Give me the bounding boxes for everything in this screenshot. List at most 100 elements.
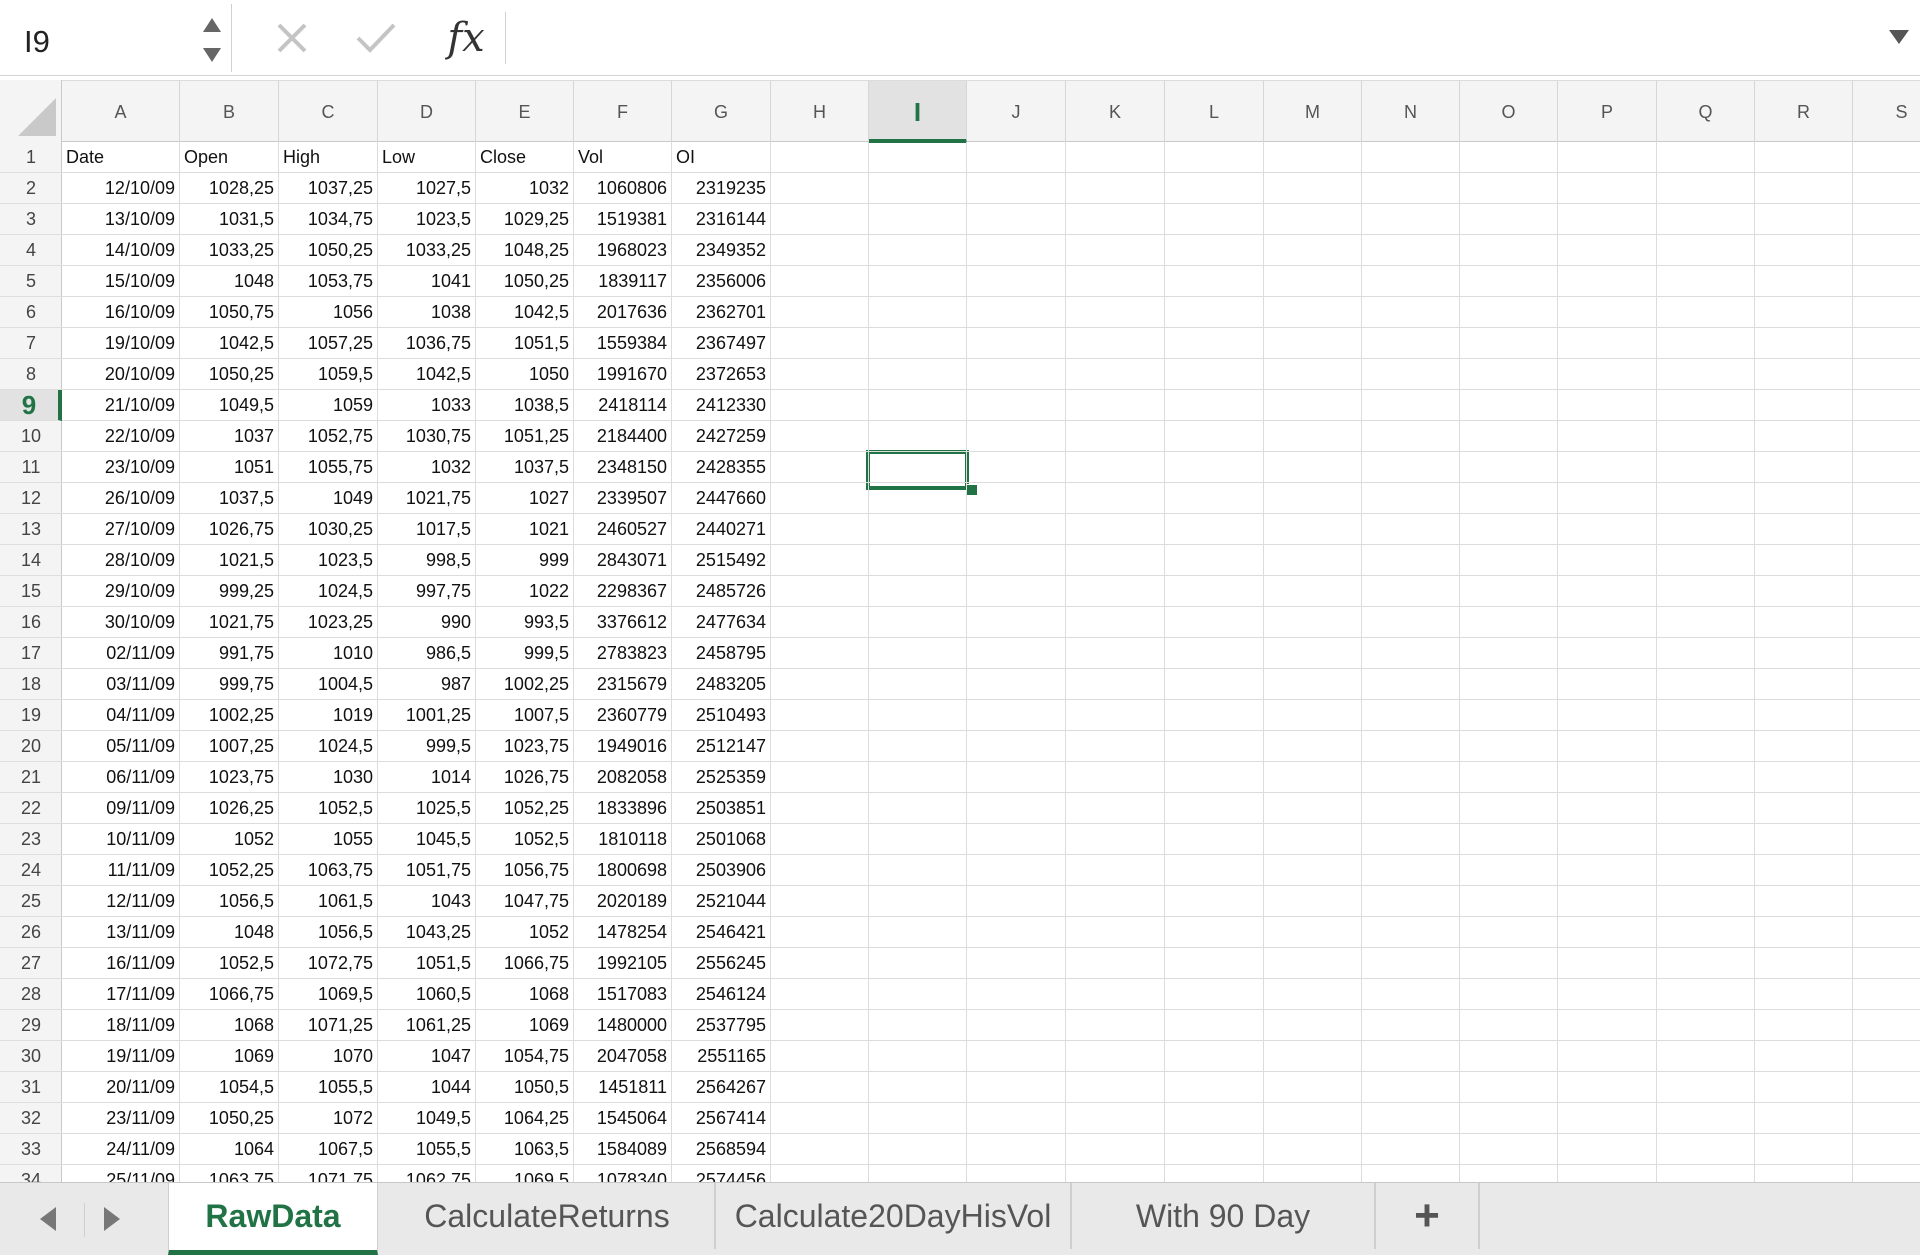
- cell-g2[interactable]: 2319235: [672, 173, 770, 204]
- cell-c19[interactable]: 1019: [279, 700, 377, 731]
- cell-d7[interactable]: 1036,75: [378, 328, 475, 359]
- cell-a23[interactable]: 10/11/09: [62, 824, 179, 855]
- cell-b29[interactable]: 1068: [180, 1010, 278, 1041]
- cell-g17[interactable]: 2458795: [672, 638, 770, 669]
- cell-g19[interactable]: 2510493: [672, 700, 770, 731]
- cell-f3[interactable]: 1519381: [574, 204, 671, 235]
- fill-handle[interactable]: [966, 484, 978, 496]
- cell-c33[interactable]: 1067,5: [279, 1134, 377, 1165]
- cell-b5[interactable]: 1048: [180, 266, 278, 297]
- cell-c32[interactable]: 1072: [279, 1103, 377, 1134]
- row-header-33[interactable]: 33: [0, 1134, 62, 1165]
- cell-e21[interactable]: 1026,75: [476, 762, 573, 793]
- cell-f9[interactable]: 2418114: [574, 390, 671, 421]
- cell-e19[interactable]: 1007,5: [476, 700, 573, 731]
- cell-b22[interactable]: 1026,25: [180, 793, 278, 824]
- cell-g26[interactable]: 2546421: [672, 917, 770, 948]
- cell-a9[interactable]: 21/10/09: [62, 390, 179, 421]
- cell-a31[interactable]: 20/11/09: [62, 1072, 179, 1103]
- cell-b20[interactable]: 1007,25: [180, 731, 278, 762]
- cell-e18[interactable]: 1002,25: [476, 669, 573, 700]
- cell-d22[interactable]: 1025,5: [378, 793, 475, 824]
- cell-e14[interactable]: 999: [476, 545, 573, 576]
- cell-d20[interactable]: 999,5: [378, 731, 475, 762]
- cell-e2[interactable]: 1032: [476, 173, 573, 204]
- column-header-i[interactable]: I: [869, 81, 967, 143]
- cell-b13[interactable]: 1026,75: [180, 514, 278, 545]
- column-header-n[interactable]: N: [1362, 81, 1460, 143]
- cell-f25[interactable]: 2020189: [574, 886, 671, 917]
- cell-f33[interactable]: 1584089: [574, 1134, 671, 1165]
- column-header-e[interactable]: E: [476, 81, 574, 143]
- cell-a1[interactable]: Date: [62, 142, 179, 173]
- row-header-12[interactable]: 12: [0, 483, 62, 514]
- cell-b1[interactable]: Open: [180, 142, 278, 173]
- row-header-19[interactable]: 19: [0, 700, 62, 731]
- cell-g5[interactable]: 2356006: [672, 266, 770, 297]
- cell-b14[interactable]: 1021,5: [180, 545, 278, 576]
- cell-c21[interactable]: 1030: [279, 762, 377, 793]
- column-header-g[interactable]: G: [672, 81, 771, 143]
- cell-c12[interactable]: 1049: [279, 483, 377, 514]
- cell-b19[interactable]: 1002,25: [180, 700, 278, 731]
- row-header-3[interactable]: 3: [0, 204, 62, 235]
- cell-a11[interactable]: 23/10/09: [62, 452, 179, 483]
- cell-g15[interactable]: 2485726: [672, 576, 770, 607]
- cell-d19[interactable]: 1001,25: [378, 700, 475, 731]
- cell-a4[interactable]: 14/10/09: [62, 235, 179, 266]
- cell-g13[interactable]: 2440271: [672, 514, 770, 545]
- cell-g7[interactable]: 2367497: [672, 328, 770, 359]
- cell-b23[interactable]: 1052: [180, 824, 278, 855]
- cell-f12[interactable]: 2339507: [574, 483, 671, 514]
- cell-e3[interactable]: 1029,25: [476, 204, 573, 235]
- column-header-s[interactable]: S: [1853, 81, 1920, 143]
- cell-d32[interactable]: 1049,5: [378, 1103, 475, 1134]
- row-header-8[interactable]: 8: [0, 359, 62, 390]
- column-header-r[interactable]: R: [1755, 81, 1853, 143]
- cell-f17[interactable]: 2783823: [574, 638, 671, 669]
- cell-b9[interactable]: 1049,5: [180, 390, 278, 421]
- row-header-31[interactable]: 31: [0, 1072, 62, 1103]
- cell-f22[interactable]: 1833896: [574, 793, 671, 824]
- cell-a26[interactable]: 13/11/09: [62, 917, 179, 948]
- row-header-2[interactable]: 2: [0, 173, 62, 204]
- cell-c15[interactable]: 1024,5: [279, 576, 377, 607]
- column-header-a[interactable]: A: [62, 81, 180, 143]
- row-header-28[interactable]: 28: [0, 979, 62, 1010]
- cell-a21[interactable]: 06/11/09: [62, 762, 179, 793]
- cell-e30[interactable]: 1054,75: [476, 1041, 573, 1072]
- cell-d9[interactable]: 1033: [378, 390, 475, 421]
- cell-c24[interactable]: 1063,75: [279, 855, 377, 886]
- cell-e5[interactable]: 1050,25: [476, 266, 573, 297]
- cell-b12[interactable]: 1037,5: [180, 483, 278, 514]
- expand-formula-bar-icon[interactable]: [1886, 26, 1912, 48]
- cell-f11[interactable]: 2348150: [574, 452, 671, 483]
- cell-a2[interactable]: 12/10/09: [62, 173, 179, 204]
- cell-e16[interactable]: 993,5: [476, 607, 573, 638]
- cell-c23[interactable]: 1055: [279, 824, 377, 855]
- cell-b4[interactable]: 1033,25: [180, 235, 278, 266]
- cell-f26[interactable]: 1478254: [574, 917, 671, 948]
- cell-g3[interactable]: 2316144: [672, 204, 770, 235]
- row-header-24[interactable]: 24: [0, 855, 62, 886]
- cell-f21[interactable]: 2082058: [574, 762, 671, 793]
- cell-d29[interactable]: 1061,25: [378, 1010, 475, 1041]
- cell-d4[interactable]: 1033,25: [378, 235, 475, 266]
- cell-f14[interactable]: 2843071: [574, 545, 671, 576]
- cell-g29[interactable]: 2537795: [672, 1010, 770, 1041]
- row-header-34[interactable]: 34: [0, 1165, 62, 1182]
- cell-a29[interactable]: 18/11/09: [62, 1010, 179, 1041]
- cell-c10[interactable]: 1052,75: [279, 421, 377, 452]
- cell-f29[interactable]: 1480000: [574, 1010, 671, 1041]
- cell-g16[interactable]: 2477634: [672, 607, 770, 638]
- row-header-11[interactable]: 11: [0, 452, 62, 483]
- cell-f30[interactable]: 2047058: [574, 1041, 671, 1072]
- cell-d2[interactable]: 1027,5: [378, 173, 475, 204]
- cell-e17[interactable]: 999,5: [476, 638, 573, 669]
- cell-d33[interactable]: 1055,5: [378, 1134, 475, 1165]
- cell-c18[interactable]: 1004,5: [279, 669, 377, 700]
- row-header-15[interactable]: 15: [0, 576, 62, 607]
- cell-c26[interactable]: 1056,5: [279, 917, 377, 948]
- column-header-d[interactable]: D: [378, 81, 476, 143]
- cell-b8[interactable]: 1050,25: [180, 359, 278, 390]
